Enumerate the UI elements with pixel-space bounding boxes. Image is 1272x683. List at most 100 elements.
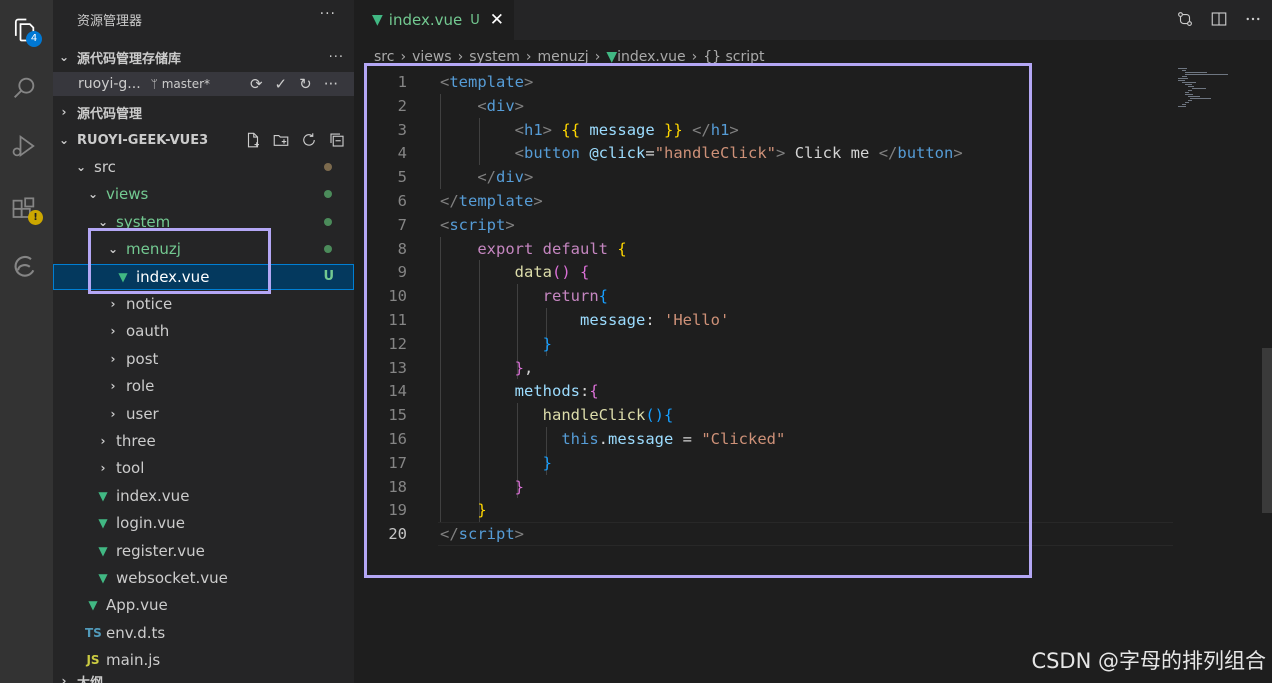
minimap-line <box>1187 86 1195 87</box>
javascript-file-icon: JS <box>86 653 100 668</box>
search-icon[interactable] <box>0 66 48 110</box>
explorer-icon[interactable]: 4 <box>0 8 48 52</box>
tree-file[interactable]: ▼ websocket.vue <box>53 565 354 591</box>
commit-check-icon[interactable]: ✓ <box>275 75 288 93</box>
tree-item-label: user <box>126 404 159 423</box>
chevron-right-icon: › <box>100 434 106 448</box>
explorer-sidebar: 资源管理器 ··· ⌄ 源代码管理存储库 ··· ruoyi-g... ᛘ ma… <box>53 0 354 683</box>
tree-folder[interactable]: › role <box>53 373 354 399</box>
collapse-all-icon[interactable] <box>328 131 346 149</box>
chevron-down-icon: ⌄ <box>58 50 70 64</box>
minimap-line <box>1185 94 1194 95</box>
explorer-project-section[interactable]: ⌄ RUOYI-GEEK-VUE3 <box>53 127 354 153</box>
vue-file-icon: ▼ <box>98 516 108 531</box>
vue-file-icon: ▼ <box>372 12 383 28</box>
git-decoration-dot <box>324 245 332 254</box>
tree-item-label: websocket.vue <box>116 569 228 587</box>
more-icon[interactable]: ··· <box>324 75 338 93</box>
chevron-down-icon: ⌄ <box>97 214 109 229</box>
extensions-warning-badge: ! <box>28 210 43 225</box>
tree-folder[interactable]: ⌄ src <box>53 154 354 180</box>
refresh-explorer-icon[interactable] <box>300 131 318 149</box>
repo-name: ruoyi-g... <box>78 76 141 92</box>
tree-folder[interactable]: › post <box>53 346 354 372</box>
code-highlight-box <box>364 63 1032 578</box>
tree-item-label: register.vue <box>116 541 205 560</box>
explorer-toolbar <box>244 131 346 149</box>
git-status-badge: U <box>323 269 334 285</box>
tab-index-vue[interactable]: ▼ index.vue U ✕ <box>354 0 514 40</box>
tree-file[interactable]: ▼ register.vue <box>53 538 354 564</box>
new-file-icon[interactable] <box>244 131 262 149</box>
chevron-right-icon: › <box>110 297 116 311</box>
tree-folder[interactable]: › user <box>53 401 354 427</box>
section-title: 源代码管理存储库 <box>77 51 182 67</box>
editor-scrollbar[interactable] <box>1262 348 1272 513</box>
minimap-line <box>1185 92 1190 93</box>
chevron-right-icon: › <box>110 351 116 366</box>
minimap-line <box>1178 80 1186 81</box>
tree-item-label: post <box>126 349 159 368</box>
activity-bar: 4 ! <box>0 0 53 683</box>
tree-highlight-box <box>88 228 271 294</box>
close-icon[interactable]: ✕ <box>490 10 504 30</box>
tree-folder[interactable]: ⌄ views <box>53 181 354 207</box>
tree-item-label: role <box>126 377 155 396</box>
project-name: RUOYI-GEEK-VUE3 <box>77 132 209 148</box>
tree-folder[interactable]: › tool <box>53 455 354 481</box>
split-editor-icon[interactable] <box>1210 10 1228 28</box>
tab-label: index.vue <box>388 11 463 29</box>
chevron-down-icon: ⌄ <box>75 160 87 174</box>
tree-item-label: login.vue <box>116 514 185 533</box>
branch-label[interactable]: ᛘ master* <box>151 77 210 91</box>
minimap-line <box>1185 74 1229 75</box>
minimap-line <box>1191 88 1206 89</box>
tree-item-label: index.vue <box>116 486 190 505</box>
scm-row-toolbar: ⟳ ✓ ↻ ··· <box>250 75 338 93</box>
explorer-badge: 4 <box>26 31 42 47</box>
minimap-line <box>1181 70 1187 71</box>
chevron-right-icon: › <box>100 461 106 476</box>
sidebar-more-button[interactable]: ··· <box>320 6 336 22</box>
run-debug-icon[interactable] <box>0 124 48 168</box>
tree-file[interactable]: TS env.d.ts <box>53 620 354 646</box>
vue-file-icon: ▼ <box>88 598 98 613</box>
tree-folder[interactable]: › oauth <box>53 318 354 344</box>
sidebar-title: 资源管理器 <box>77 14 143 29</box>
minimap-line <box>1181 76 1187 77</box>
tree-item-label: three <box>116 432 156 450</box>
tree-file[interactable]: ▼ App.vue <box>53 592 354 618</box>
tree-item-label: oauth <box>126 322 170 341</box>
section-title: 源代码管理 <box>77 106 143 122</box>
tree-item-label: notice <box>126 295 173 313</box>
tab-git-status: U <box>470 12 480 28</box>
new-folder-icon[interactable] <box>272 131 290 149</box>
more-actions-icon[interactable] <box>1244 10 1262 28</box>
branch-name: master* <box>161 77 211 91</box>
tree-file[interactable]: ▼ login.vue <box>53 510 354 536</box>
tree-folder[interactable]: › notice <box>53 291 354 317</box>
open-changes-icon[interactable] <box>1176 10 1194 28</box>
edge-devtools-icon[interactable] <box>0 246 48 290</box>
scm-section[interactable]: › 源代码管理 <box>53 99 354 125</box>
editor-actions <box>1176 10 1262 28</box>
git-decoration-dot <box>324 190 332 199</box>
minimap-line <box>1178 78 1188 79</box>
refresh-icon[interactable]: ↻ <box>299 75 312 93</box>
minimap[interactable] <box>1178 68 1248 118</box>
minimap-line <box>1181 104 1186 105</box>
scm-repositories-section[interactable]: ⌄ 源代码管理存储库 ··· <box>53 44 354 70</box>
minimap-line <box>1178 68 1187 69</box>
scm-repo-row[interactable]: ruoyi-g... ᛘ master* ⟳ ✓ ↻ ··· <box>53 72 354 96</box>
sync-icon[interactable]: ⟳ <box>250 75 263 93</box>
vue-file-icon: ▼ <box>98 543 108 558</box>
tree-file[interactable]: ▼ index.vue <box>53 483 354 509</box>
watermark: CSDN @字母的排列组合 <box>1031 649 1266 673</box>
scm-more-button[interactable]: ··· <box>329 50 344 65</box>
tree-folder[interactable]: › three <box>53 428 354 454</box>
extensions-icon[interactable]: ! <box>0 188 48 232</box>
outline-section[interactable]: › 大纲 <box>53 668 354 683</box>
tree-item-label: main.js <box>106 651 161 670</box>
git-decoration-dot <box>324 163 332 171</box>
chevron-right-icon: › <box>61 105 67 119</box>
